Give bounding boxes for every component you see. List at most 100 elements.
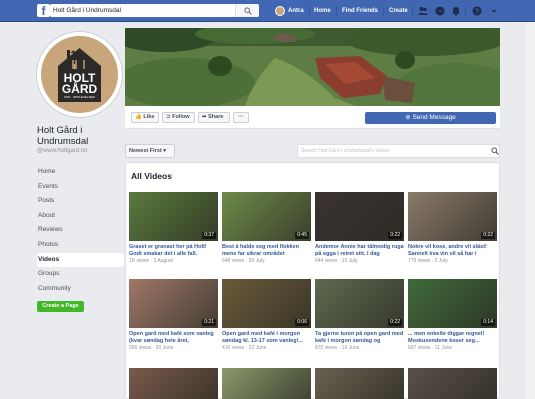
video-card[interactable]: 0:45 Best å halde seg med flokken mens f… [222, 192, 311, 265]
video-title[interactable]: Open gard med kafé som vanleg (kvar sønd… [129, 331, 218, 345]
video-thumbnail[interactable]: 0:14 [408, 279, 497, 328]
sidebar-item-photos[interactable]: Photos [37, 238, 124, 253]
more-options-button[interactable]: ··· [233, 112, 249, 123]
page-sidebar: HOLT GÅRD MAT · OPPLEVELSER Holt Gård i … [37, 22, 124, 399]
logo-subtext: MAT · OPPLEVELSER [64, 95, 95, 99]
send-message-label: Send Message [412, 114, 456, 121]
rss-follow-icon: ⊃ [166, 114, 171, 120]
sidebar-item-reviews[interactable]: Reviews [37, 223, 124, 238]
friend-requests-icon[interactable] [418, 6, 428, 16]
video-meta: 548 views · 30 July [222, 258, 265, 264]
sidebar-item-about[interactable]: About [37, 209, 124, 224]
video-card[interactable] [129, 368, 218, 399]
find-friends-link[interactable]: Find Friends [342, 0, 378, 22]
video-card[interactable]: 0:22 Nokre vil kose, andre vil släst! Sa… [408, 192, 497, 265]
notifications-bell-icon[interactable] [451, 6, 461, 16]
video-thumbnail[interactable] [408, 368, 497, 399]
user-name-link[interactable]: Antra [288, 0, 304, 22]
page-profile-picture[interactable]: HOLT GÅRD MAT · OPPLEVELSER [37, 32, 122, 117]
video-thumbnail[interactable]: 0:45 [222, 192, 311, 241]
video-duration: 0:22 [388, 232, 402, 239]
follow-label: Follow [172, 114, 190, 120]
video-card[interactable]: 0:14 ... men enkelte diggar regnet! Mosk… [408, 279, 497, 352]
page-scrollbar[interactable] [525, 22, 535, 399]
video-thumbnail[interactable] [315, 368, 404, 399]
share-page-button[interactable]: ➦ Share [198, 112, 230, 123]
video-duration: 0:14 [481, 319, 495, 326]
sidebar-item-videos[interactable]: Videos [37, 252, 124, 268]
cover-photo[interactable] [125, 28, 500, 106]
video-thumbnail[interactable]: 0:22 [315, 192, 404, 241]
search-icon[interactable] [491, 147, 499, 155]
page-sidebar-nav: Home Events Posts About Reviews Photos V… [37, 165, 124, 296]
video-card[interactable] [222, 368, 311, 399]
video-duration: 0:22 [388, 319, 402, 326]
video-duration: 0:21 [202, 319, 216, 326]
video-thumbnail[interactable] [222, 368, 311, 399]
video-card[interactable]: 0:22 Andemor Annie har tålmodig ruga på … [315, 192, 404, 265]
video-thumbnail[interactable]: 0:22 [408, 192, 497, 241]
video-meta: 607 views · 11 June [408, 345, 453, 351]
page-name[interactable]: Holt Gård i Undrumsdal [37, 125, 124, 147]
video-duration: 0:45 [295, 232, 309, 239]
video-card[interactable] [315, 368, 404, 399]
video-thumbnail[interactable]: 0:06 [222, 279, 311, 328]
video-meta: 416 views · 22 June [222, 345, 267, 351]
videos-filter-bar: Newest First ▾ Search Holt Gård i Undrum… [125, 144, 500, 158]
video-thumbnail[interactable]: 0:21 [129, 279, 218, 328]
video-card[interactable]: 0:06 Open gard med kafé i morgon søndag … [222, 279, 311, 352]
video-title[interactable]: Andemor Annie har tålmodig ruga på egga … [315, 244, 404, 258]
like-page-button[interactable]: 👍 Like [131, 112, 159, 123]
video-meta: 1K views · 3 August [129, 258, 173, 264]
user-avatar[interactable] [275, 6, 285, 16]
create-page-button[interactable]: Create a Page [37, 301, 84, 312]
search-button[interactable] [235, 4, 259, 17]
video-duration: 0:22 [481, 232, 495, 239]
video-title[interactable]: Best å halde seg med flokken mens far si… [222, 244, 311, 258]
search-input[interactable]: Holt Gård i Undrumsdal [50, 4, 259, 17]
share-arrow-icon: ➦ [202, 114, 207, 120]
all-videos-panel: All Videos 0:37 Graset er granast her på… [125, 162, 500, 399]
video-card[interactable] [408, 368, 497, 399]
logo-text-gard: GÅRD [61, 82, 98, 96]
svg-text:?: ? [475, 9, 479, 16]
holt-gard-logo: HOLT GÅRD MAT · OPPLEVELSER [41, 36, 118, 113]
video-meta: 870 views · 16 June [315, 345, 360, 351]
video-title[interactable]: ... men enkelte diggar regnet! Moskusend… [408, 331, 497, 345]
video-card[interactable]: 0:21 Open gard med kafé som vanleg (kvar… [129, 279, 218, 352]
sidebar-item-community[interactable]: Community [37, 282, 124, 297]
sidebar-item-events[interactable]: Events [37, 180, 124, 195]
sidebar-item-posts[interactable]: Posts [37, 194, 124, 209]
sidebar-item-home[interactable]: Home [37, 165, 124, 180]
facebook-logo-icon[interactable]: f [37, 4, 50, 18]
help-question-icon[interactable]: ? [472, 6, 482, 16]
sort-dropdown[interactable]: Newest First ▾ [125, 144, 175, 158]
video-thumbnail[interactable]: 0:22 [315, 279, 404, 328]
search-icon [244, 7, 252, 15]
video-meta: 779 views · 2 July [408, 258, 448, 264]
video-thumbnail[interactable]: 0:37 [129, 192, 218, 241]
video-duration: 0:37 [202, 232, 216, 239]
video-title[interactable]: Open gard med kafé i morgon søndag kl. 1… [222, 331, 311, 345]
follow-page-button[interactable]: ⊃ Follow [162, 112, 195, 123]
farm-aerial-cover-image [125, 28, 500, 106]
video-card[interactable]: 0:22 Ta gjerne turen på open gard med ka… [315, 279, 404, 352]
video-card[interactable]: 0:37 Graset er granast her på Holt! Godt… [129, 192, 218, 265]
top-navigation-bar: f Holt Gård i Undrumsdal Antra Home Find… [0, 0, 535, 22]
video-meta: 644 views · 15 July [315, 258, 358, 264]
video-title[interactable]: Ta gjerne turen på open gard med kafé i … [315, 331, 404, 345]
send-message-button[interactable]: ⊚ Send Message [365, 112, 496, 124]
video-thumbnail[interactable] [129, 368, 218, 399]
messenger-icon[interactable] [435, 6, 445, 16]
video-title[interactable]: Graset er granast her på Holt! Godt smak… [129, 244, 218, 258]
video-duration: 0:06 [295, 319, 309, 326]
video-title[interactable]: Nokre vil kose, andre vil släst! Sannelt… [408, 244, 497, 258]
video-search-input[interactable]: Search Holt Gård i Undrumsdal's videos [297, 144, 500, 158]
home-link[interactable]: Home [314, 0, 331, 22]
sidebar-item-groups[interactable]: Groups [37, 267, 124, 282]
account-menu-chevron-down-icon[interactable] [489, 6, 499, 16]
messenger-icon: ⊚ [405, 114, 411, 121]
page-handle[interactable]: @www.holtgard.no [37, 148, 87, 154]
share-label: Share [208, 114, 224, 120]
create-link[interactable]: Create [389, 0, 408, 22]
